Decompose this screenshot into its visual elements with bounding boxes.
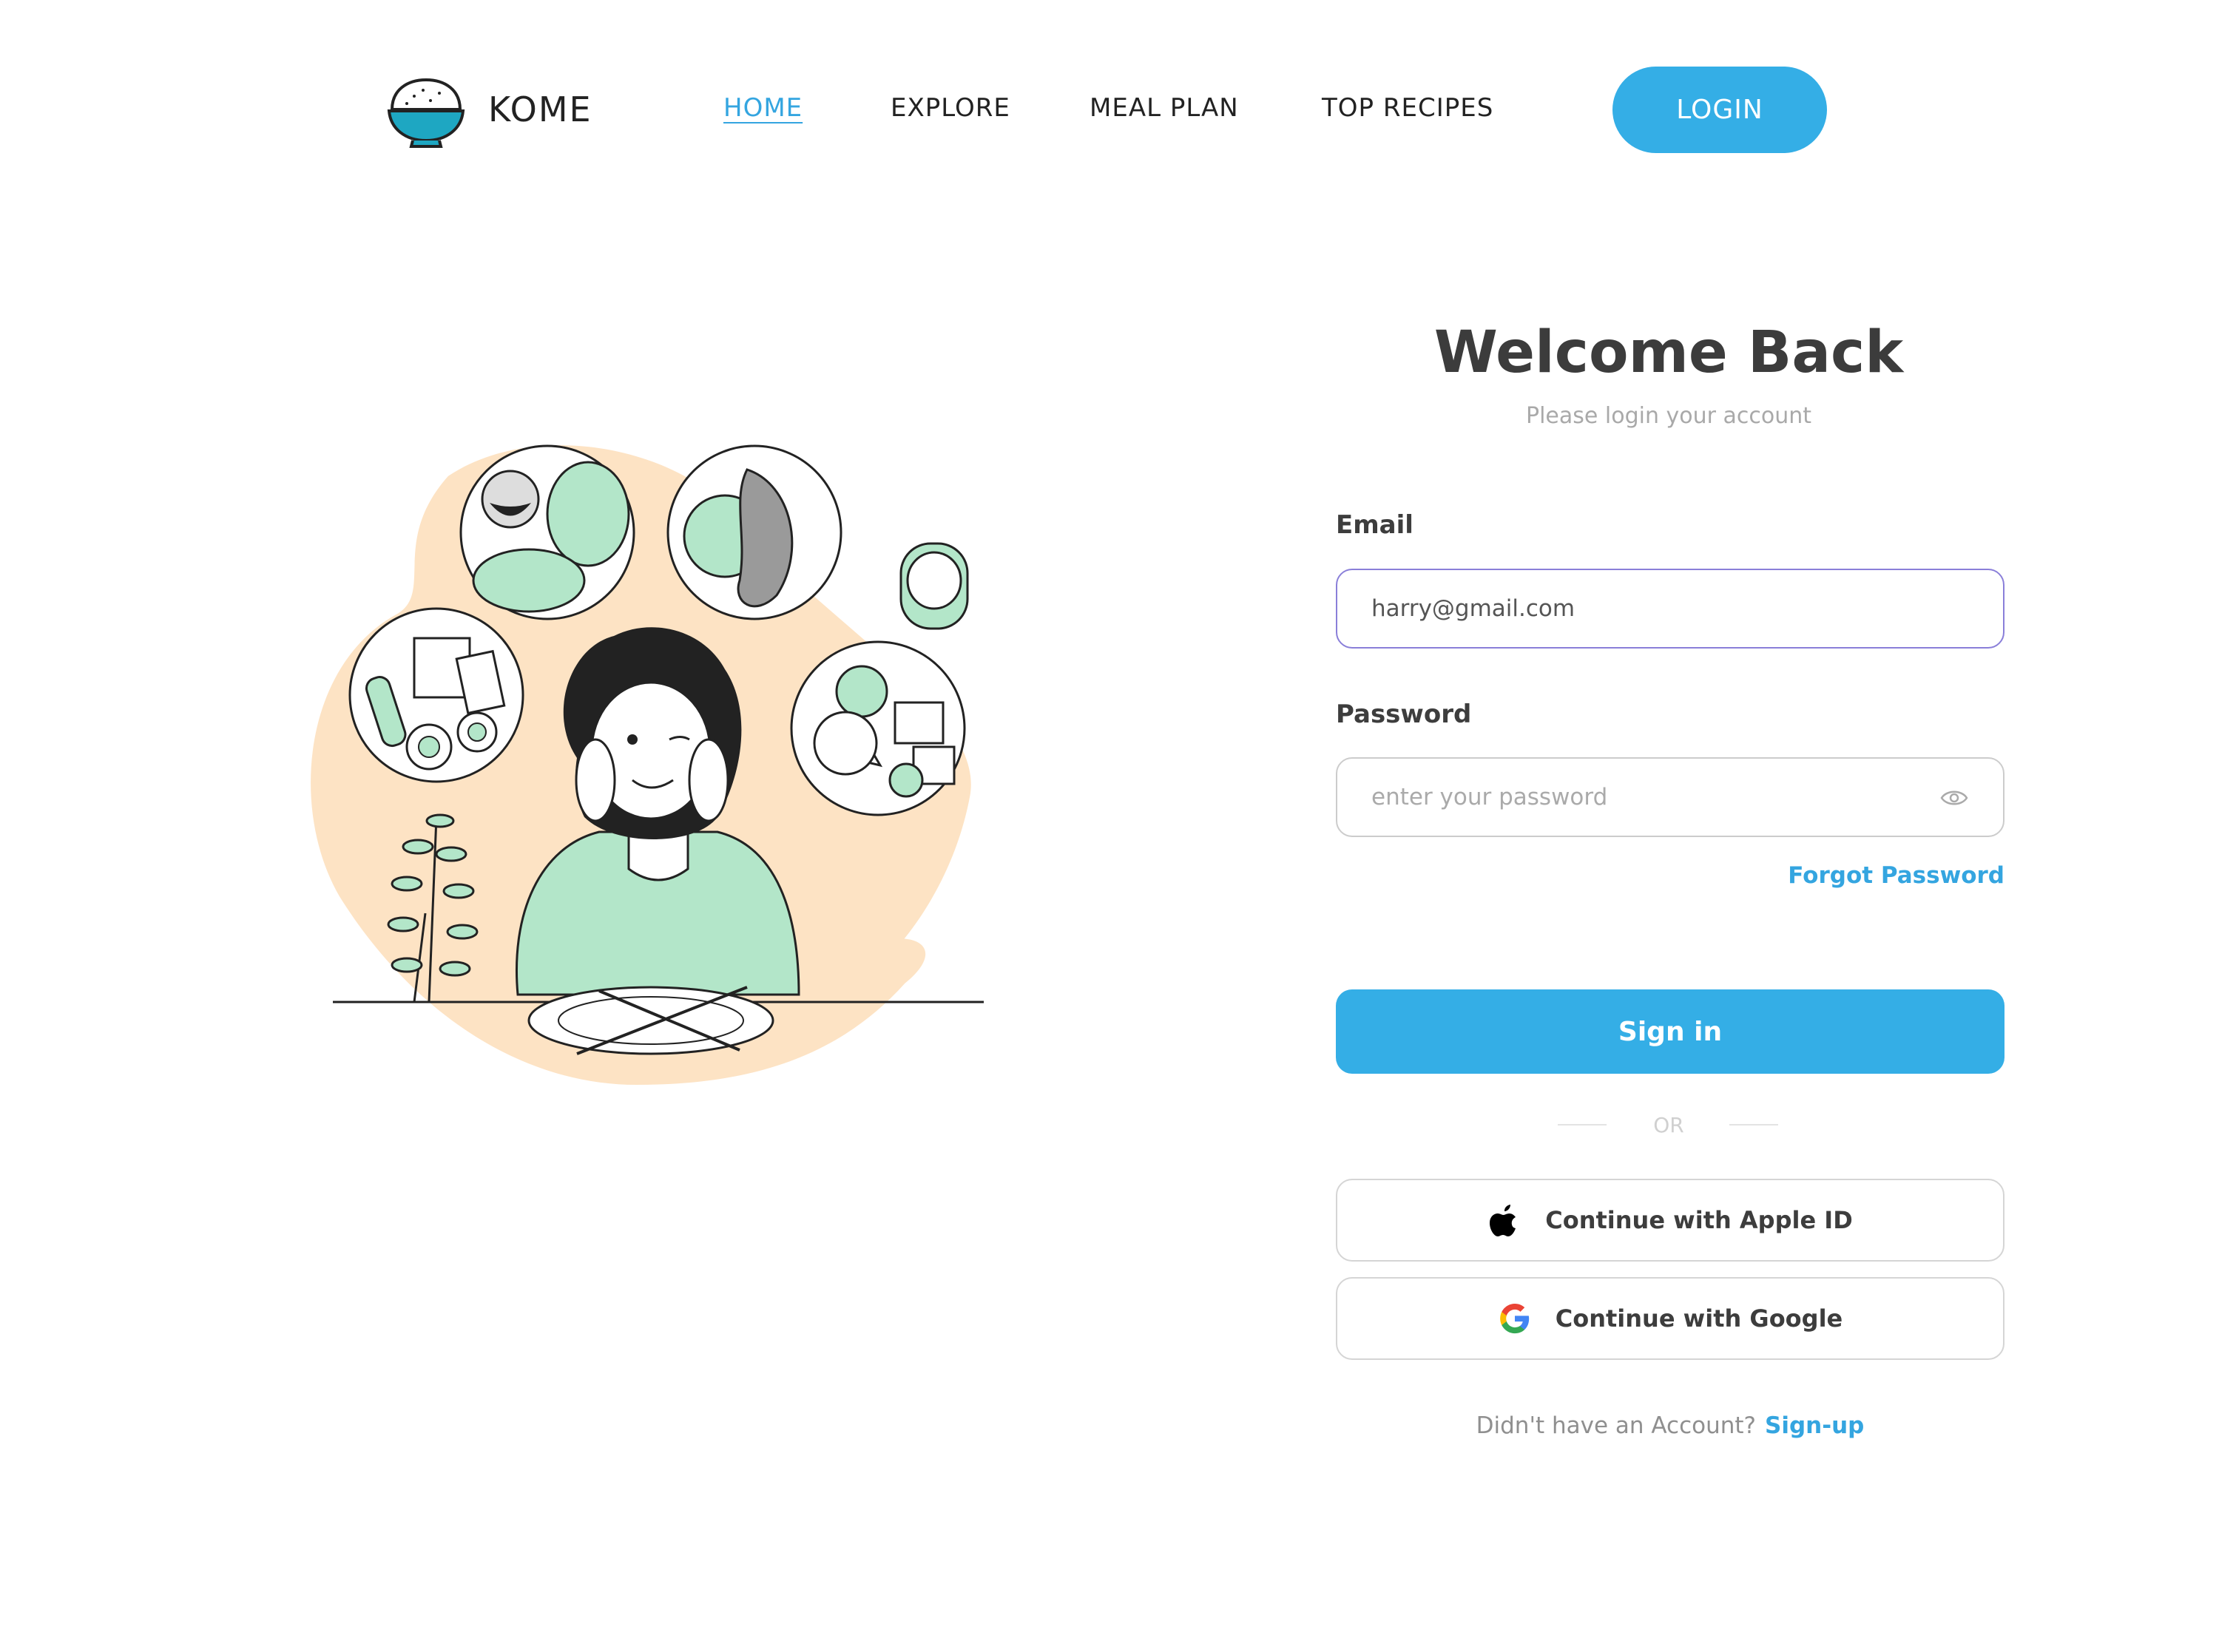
email-value: harry@gmail.com — [1371, 595, 1575, 622]
sign-in-button[interactable]: Sign in — [1336, 989, 2004, 1074]
nav-top-recipes[interactable]: TOP RECIPES — [1322, 93, 1493, 123]
apple-sign-in-button[interactable]: Continue with Apple ID — [1336, 1179, 2004, 1262]
sign-up-link[interactable]: Sign-up — [1765, 1412, 1864, 1439]
apple-button-label: Continue with Apple ID — [1545, 1206, 1853, 1234]
nav-meal-plan[interactable]: MEAL PLAN — [1090, 93, 1239, 123]
forgot-password-link[interactable]: Forgot Password — [1701, 862, 2004, 889]
no-account-text: Didn't have an Account? — [1476, 1412, 1757, 1439]
password-field[interactable]: enter your password — [1336, 757, 2004, 837]
google-sign-in-button[interactable]: Continue with Google — [1336, 1277, 2004, 1360]
login-button[interactable]: LOGIN — [1612, 67, 1827, 153]
nav-explore[interactable]: EXPLORE — [891, 93, 1010, 123]
or-divider-right — [1729, 1124, 1778, 1125]
password-label: Password — [1336, 700, 1472, 729]
signup-prompt: Didn't have an Account? Sign-up — [1336, 1412, 2004, 1439]
rice-bowl-logo-icon — [387, 78, 465, 148]
email-field[interactable]: harry@gmail.com — [1336, 569, 2004, 649]
password-placeholder: enter your password — [1371, 784, 1608, 810]
google-icon — [1499, 1303, 1529, 1334]
brand-logo[interactable]: KOME — [385, 68, 592, 151]
brand-name: KOME — [488, 89, 592, 129]
apple-icon — [1490, 1205, 1516, 1236]
eye-icon[interactable] — [1939, 787, 1969, 809]
google-button-label: Continue with Google — [1555, 1304, 1843, 1333]
or-divider-left — [1558, 1124, 1607, 1125]
email-label: Email — [1336, 510, 1414, 540]
nav-home[interactable]: HOME — [723, 93, 803, 123]
or-divider-text: OR — [1653, 1113, 1684, 1137]
page-subtitle: Please login your account — [1525, 403, 1811, 429]
page-title: Welcome Back — [1433, 319, 1904, 386]
hungry-person-illustration — [311, 444, 984, 1085]
